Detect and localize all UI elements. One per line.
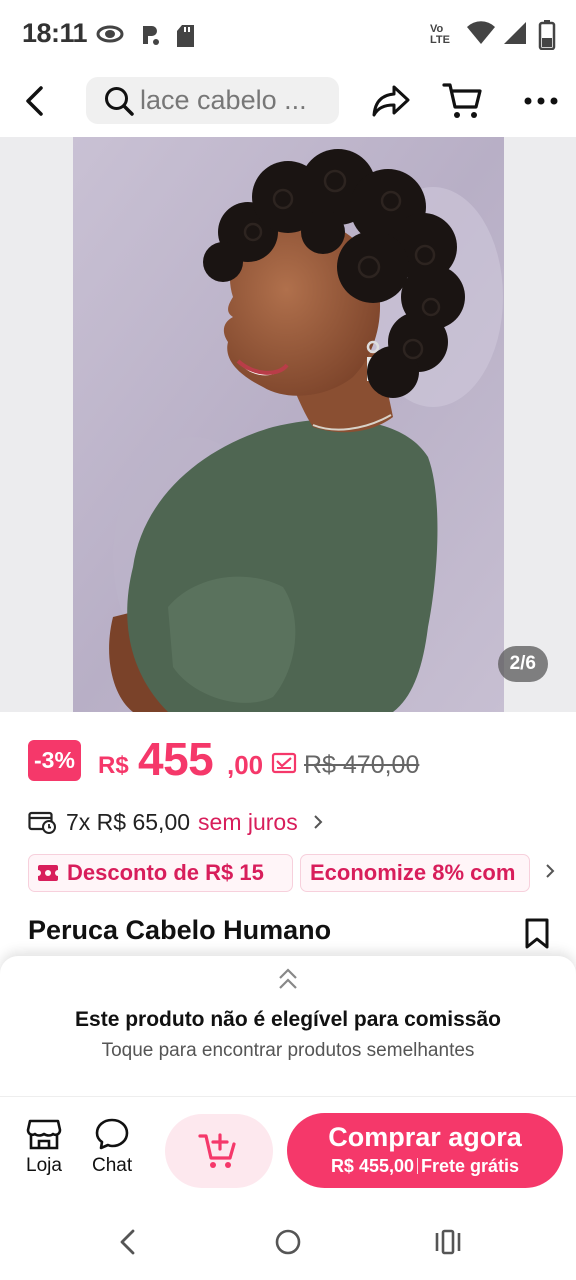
price-cents: ,00 [227,750,264,780]
price-row: -3% R$ 455 ,00 R$ 470,00 [28,733,568,786]
buy-now-button[interactable]: Comprar agora R$ 455,00 Frete grátis [287,1113,563,1188]
cart-button[interactable] [440,78,486,124]
search-icon [105,86,134,116]
store-button[interactable]: Loja [26,1117,62,1177]
product-title: Peruca Cabelo Humano [28,915,332,945]
share-icon [372,85,410,117]
installments-card-icon [28,811,56,834]
coupon-icon [37,865,59,881]
search-text: lace cabelo ... [140,85,307,115]
commission-subtitle: Toque para encontrar produtos semelhante… [101,1040,475,1061]
commission-title: Este produto não é elegível para comissã… [75,1008,501,1031]
add-to-cart-button[interactable] [165,1114,273,1188]
eye-icon [96,25,124,43]
installments-accent: sem juros [198,808,298,835]
share-button[interactable] [368,78,414,124]
coupons-row: Desconto de R$ 15 Economize 8% com [28,854,576,892]
discount-badge: -3% [28,740,81,781]
price-tag-icon [271,752,297,774]
installments-text: 7x R$ 65,00 [66,808,191,835]
more-icon [524,97,558,105]
store-label: Loja [26,1155,62,1176]
price-main: 455 [138,733,214,785]
more-button[interactable] [518,78,564,124]
cart-icon [442,83,482,118]
coupon-discount-label: Desconto de R$ 15 [67,860,264,885]
bookmark-icon[interactable] [524,918,550,950]
search-input[interactable]: lace cabelo ... [86,77,339,124]
action-bar: Loja Chat Comprar agora R$ 455,00 Frete g… [0,1096,576,1204]
coupon-discount[interactable]: Desconto de R$ 15 [28,854,293,892]
buy-now-subtitle: R$ 455,00 Frete grátis [287,1156,563,1177]
add-to-cart-icon [198,1133,236,1168]
coupon-savings[interactable]: Economize 8% com [300,854,530,892]
buy-now-shipping: Frete grátis [421,1156,520,1176]
system-home-icon[interactable] [274,1228,302,1256]
image-counter: 2/6 [497,646,548,682]
battery-icon [538,20,556,50]
coupons-chevron-right-icon[interactable] [544,862,556,880]
back-icon [26,86,43,116]
chat-label: Chat [92,1155,133,1176]
price-old: R$ 470,00 [304,751,420,779]
wifi-icon [467,21,495,44]
chat-button[interactable]: Chat [92,1117,132,1177]
system-nav-bar [0,1204,576,1280]
status-bar: 18:11 Vo LTE [0,0,576,70]
back-button[interactable] [14,78,54,124]
chevron-up-icon [279,968,297,989]
sd-card-icon [177,25,194,47]
product-image-carousel[interactable]: 2/6 [0,137,576,712]
coupon-savings-label: Economize 8% com [310,860,516,885]
signal-icon [504,22,526,44]
system-back-icon[interactable] [116,1228,138,1256]
chat-icon [95,1118,129,1150]
system-recents-icon[interactable] [434,1228,462,1256]
volte-icon: Vo LTE [430,23,450,46]
product-photo [73,137,504,712]
notification-icon [143,26,159,45]
top-nav: lace cabelo ... [0,70,576,136]
store-icon [26,1119,62,1150]
commission-sheet[interactable]: Este produto não é elegível para comissã… [0,956,576,1096]
price-currency: R$ [98,752,129,779]
chevron-right-icon [314,815,323,829]
installments-row[interactable]: 7x R$ 65,00 sem juros [28,804,548,840]
buy-now-price: R$ 455,00 [330,1156,415,1176]
status-time: 18:11 [22,18,88,48]
buy-now-label: Comprar agora [328,1122,522,1152]
